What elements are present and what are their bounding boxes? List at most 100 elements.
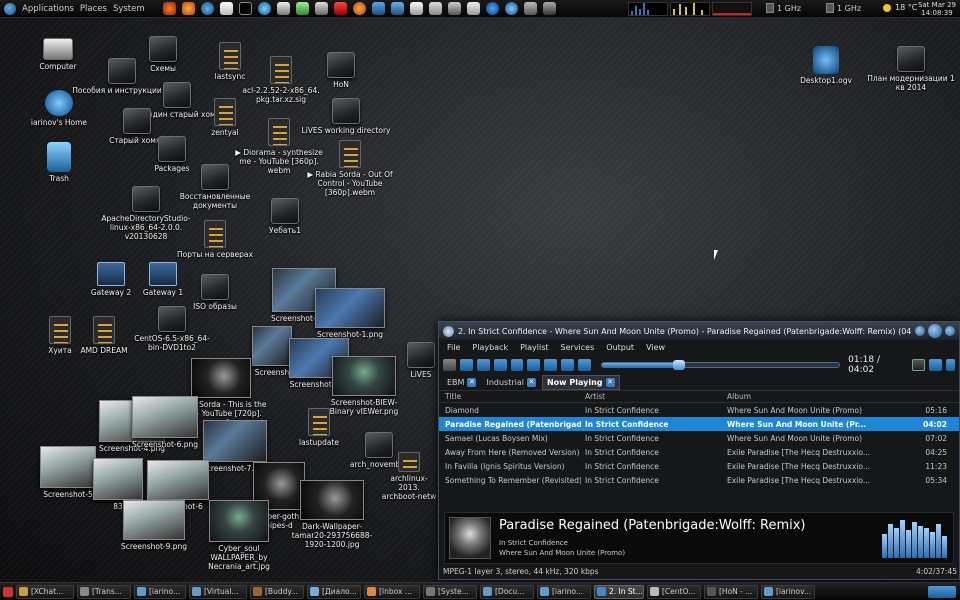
desktop-icon-screenshot-biew[interactable]: Screenshot-BIEW- Binary vIEWer.png bbox=[326, 356, 402, 416]
search-icon[interactable] bbox=[443, 359, 456, 371]
shuffle-button[interactable] bbox=[928, 359, 942, 371]
pause-button[interactable] bbox=[510, 359, 524, 371]
world-launcher-icon[interactable] bbox=[257, 2, 271, 15]
taskbar-button[interactable]: [Virtual... bbox=[189, 584, 247, 599]
desktop-icon-centos[interactable]: CentOS-6.5-x86_64- bin-DVD1to2 bbox=[126, 306, 218, 352]
taskbar-button[interactable]: [XChat... bbox=[16, 584, 74, 599]
distro-logo-icon[interactable] bbox=[4, 2, 16, 15]
taskbar-button[interactable]: [Buddy... bbox=[250, 584, 304, 599]
clock[interactable]: Sat Mar 29 14:08:39 bbox=[918, 1, 956, 17]
taskbar-button[interactable]: [Диало... bbox=[307, 584, 361, 599]
menu-playlist[interactable]: Playlist bbox=[520, 343, 548, 352]
playlist-row[interactable]: Samael (Lucas Boysen Mix) In Strict Confi… bbox=[439, 431, 959, 445]
minimize-button[interactable] bbox=[915, 326, 925, 336]
maximize-button[interactable] bbox=[928, 324, 942, 338]
tab-now-playing[interactable]: Now Playing ✕ bbox=[541, 375, 620, 390]
remote-launcher-icon[interactable] bbox=[276, 2, 290, 15]
earth-launcher-icon[interactable] bbox=[504, 2, 518, 15]
taskbar-button[interactable]: [iarino... bbox=[134, 584, 186, 599]
desktop-icon-rabia-webm[interactable]: ▶ Rabia Sorda - Out Of Control - YouTube… bbox=[302, 140, 398, 197]
close-button[interactable] bbox=[945, 326, 955, 336]
desktop-icon-trash[interactable]: Trash bbox=[36, 142, 82, 183]
app-launcher-icon[interactable] bbox=[390, 2, 404, 15]
desktop-icon-acl[interactable]: acl-2.2.52-2-x86_64. pkg.tar.xz.sig bbox=[236, 56, 326, 104]
add-files-button[interactable] bbox=[476, 359, 490, 371]
close-tab-icon[interactable]: ✕ bbox=[467, 378, 477, 387]
desktop-icon-screenshot-6[interactable]: Screenshot-6.png bbox=[128, 396, 202, 449]
menu-output[interactable]: Output bbox=[606, 343, 634, 352]
desktop-icon-hon[interactable]: HoN bbox=[318, 52, 364, 89]
column-title[interactable]: Title bbox=[439, 392, 581, 401]
desktop-icon-lives[interactable]: LiVES bbox=[404, 342, 438, 379]
workspace-switcher[interactable] bbox=[928, 585, 956, 598]
firefox-launcher-icon[interactable] bbox=[181, 2, 195, 15]
close-tab-icon[interactable]: ✕ bbox=[605, 378, 615, 387]
show-desktop-icon[interactable] bbox=[3, 586, 13, 597]
terminal-launcher-icon[interactable] bbox=[238, 2, 252, 15]
alert-launcher-icon[interactable] bbox=[333, 2, 347, 15]
desktop-icon-desktop1-ogv[interactable]: Desktop1.ogv bbox=[796, 46, 856, 85]
transfer-launcher-icon[interactable] bbox=[371, 2, 385, 15]
weather-widget[interactable]: 18 °C bbox=[883, 3, 917, 12]
desktop-icon-dark-wallpaper[interactable]: Dark-Wallpaper- tamar20-293756688- 1920-… bbox=[290, 480, 374, 549]
desktop-icon-lastupdate[interactable]: lastupdate bbox=[294, 408, 344, 447]
tool-launcher-icon[interactable] bbox=[447, 2, 461, 15]
download-launcher-icon[interactable] bbox=[295, 2, 309, 15]
seek-handle[interactable] bbox=[672, 360, 685, 370]
people-launcher-icon[interactable] bbox=[428, 2, 442, 15]
orange-launcher-icon[interactable] bbox=[352, 2, 366, 15]
playlist-row[interactable]: Paradise Regained (Patenbrigade:... In St… bbox=[439, 417, 959, 431]
taskbar-button[interactable]: [CentO... bbox=[647, 584, 701, 599]
playlist-row[interactable]: Something To Remember (Revisited) In Stri… bbox=[439, 473, 959, 487]
play-button[interactable] bbox=[493, 359, 507, 371]
tab-industrial[interactable]: Industrial ✕ bbox=[482, 376, 540, 389]
record-button[interactable] bbox=[578, 359, 591, 371]
menu-file[interactable]: File bbox=[447, 343, 460, 352]
paint-launcher-icon[interactable] bbox=[409, 2, 423, 15]
desktop-icon-gateway2[interactable]: Gateway 2 bbox=[86, 262, 136, 297]
browser-launcher-icon[interactable] bbox=[485, 2, 499, 15]
desktop-icon-cyber-soul[interactable]: Cyber_soul WALLPAPER_by Necrania_art.jpg bbox=[196, 500, 282, 571]
taskbar-button[interactable]: [Syste... bbox=[423, 584, 477, 599]
power-launcher-icon[interactable] bbox=[200, 2, 214, 15]
desktop-icon-amd-dream[interactable]: AMD DREAM bbox=[80, 316, 128, 355]
desktop-icon-ports[interactable]: Порты на серверах bbox=[174, 220, 256, 259]
menu-system[interactable]: System bbox=[113, 4, 145, 14]
close-tab-icon[interactable]: ✕ bbox=[526, 378, 536, 387]
grid-launcher-icon[interactable] bbox=[542, 2, 556, 15]
menu-view[interactable]: View bbox=[646, 343, 665, 352]
menu-services[interactable]: Services bbox=[561, 343, 595, 352]
desktop-icon-archlinux[interactable]: archlinux-2013. archboot-netw bbox=[380, 452, 438, 501]
desktop-icon-huita[interactable]: Хуита bbox=[38, 316, 82, 355]
desktop-icon-modernization-plan[interactable]: План модернизации 1 кв 2014 bbox=[866, 46, 956, 92]
playlist-row[interactable]: Away From Here (Removed Version) In Stric… bbox=[439, 445, 959, 459]
seek-slider[interactable] bbox=[600, 360, 841, 370]
taskbar-button[interactable]: [HoN - ... bbox=[704, 584, 758, 599]
desktop-icon-schemes[interactable]: Схемы bbox=[136, 36, 190, 73]
menu-places[interactable]: Places bbox=[80, 4, 107, 14]
desktop-icon-screenshot-1[interactable]: Screenshot-1.png bbox=[312, 288, 388, 339]
window-titlebar[interactable]: 2. In Strict Confidence - Where Sun And … bbox=[439, 322, 959, 340]
drive-launcher-icon[interactable] bbox=[314, 2, 328, 15]
taskbar-button[interactable]: [iarinov... bbox=[761, 584, 815, 599]
playlist-row[interactable]: In Favilla (Ignis Spiritus Version) In St… bbox=[439, 459, 959, 473]
z-launcher-icon[interactable] bbox=[466, 2, 480, 15]
menu-playback[interactable]: Playback bbox=[472, 343, 508, 352]
settings-launcher-icon[interactable] bbox=[162, 2, 176, 15]
next-button[interactable] bbox=[561, 359, 574, 371]
stop-button[interactable] bbox=[527, 359, 541, 371]
desktop-icon-screenshot-9[interactable]: Screenshot-9.png bbox=[116, 500, 192, 551]
desktop-icon-yebat1[interactable]: Уебать1 bbox=[262, 198, 308, 235]
taskbar-button[interactable]: [Docu... bbox=[480, 584, 534, 599]
volume-icon[interactable] bbox=[945, 359, 956, 371]
menu-applications[interactable]: Applications bbox=[22, 4, 74, 14]
taskbar-button[interactable]: 2. In St... bbox=[594, 584, 644, 599]
previous-button[interactable] bbox=[544, 359, 558, 371]
playlist-row[interactable]: Diamond In Strict Confidence Where Sun And… bbox=[439, 403, 959, 417]
wave-launcher-icon[interactable] bbox=[219, 2, 233, 15]
taskbar-button[interactable]: [iarino... bbox=[537, 584, 591, 599]
window-launcher-icon[interactable] bbox=[523, 2, 537, 15]
desktop-icon-home[interactable]: iarinov's Home bbox=[28, 90, 90, 127]
tab-ebm[interactable]: EBM ✕ bbox=[443, 376, 480, 389]
column-artist[interactable]: Artist bbox=[581, 392, 723, 401]
